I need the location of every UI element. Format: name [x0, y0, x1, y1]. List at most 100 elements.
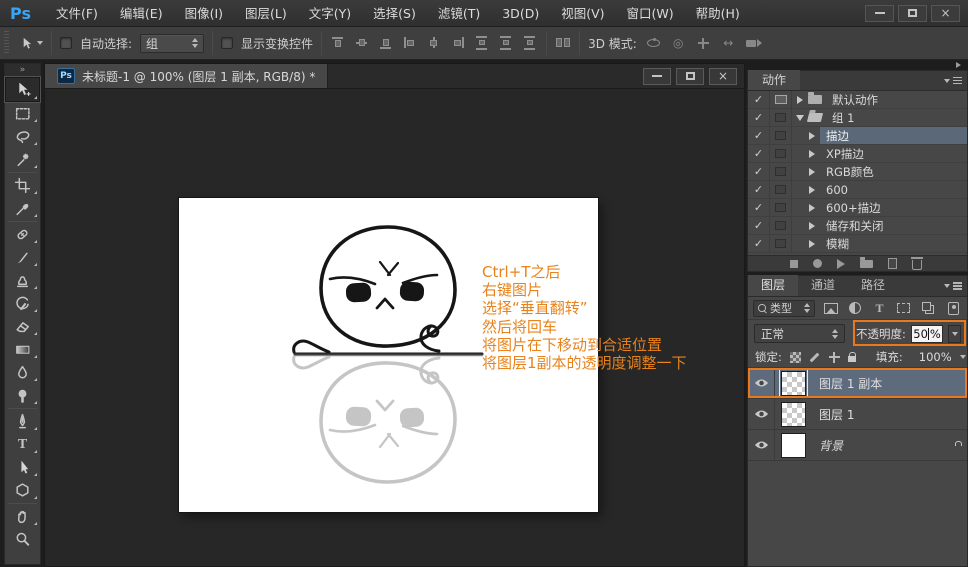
layers-panel-menu-button[interactable] [944, 276, 962, 296]
menu-edit[interactable]: 编辑(E) [109, 0, 174, 27]
action-enable-checkmark[interactable]: ✓ [748, 127, 770, 144]
align-top-edges-button[interactable] [330, 36, 346, 50]
layer-row-layer1-copy[interactable]: 图层 1 副本 [748, 368, 967, 399]
3d-camera-icon[interactable] [745, 35, 763, 51]
menu-3d[interactable]: 3D(D) [491, 0, 550, 27]
align-vertical-centers-button[interactable] [354, 36, 370, 50]
action-modal-toggle[interactable] [770, 145, 792, 162]
tool-pen[interactable] [5, 410, 40, 433]
tool-zoom[interactable] [5, 528, 40, 551]
action-enable-checkmark[interactable]: ✓ [748, 145, 770, 162]
action-row-default-actions[interactable]: ✓ 默认动作 [748, 91, 967, 109]
3d-drag-icon[interactable] [695, 35, 712, 51]
auto-align-layers-button[interactable] [555, 36, 571, 50]
layer-name[interactable]: 图层 1 [819, 406, 854, 423]
tool-move[interactable] [5, 77, 40, 102]
action-modal-toggle[interactable] [770, 199, 792, 216]
current-tool-preset[interactable] [19, 36, 43, 51]
filter-switch-icon[interactable] [944, 300, 962, 317]
action-modal-toggle[interactable] [770, 127, 792, 144]
tool-blur[interactable] [5, 361, 40, 384]
expand-arrow[interactable] [804, 131, 820, 140]
tool-clone-stamp[interactable] [5, 269, 40, 292]
doc-maximize-button[interactable] [676, 67, 704, 85]
toolbar-collapse-handle[interactable]: » [5, 64, 40, 77]
filter-image-layers-icon[interactable] [821, 300, 839, 317]
filter-adjustment-layers-icon[interactable] [846, 300, 864, 317]
action-row-stroke[interactable]: ✓ 描边 [748, 127, 967, 145]
action-modal-toggle[interactable] [770, 235, 792, 252]
3d-roll-icon[interactable]: ◎ [670, 35, 687, 51]
fill-dropdown-arrow[interactable] [959, 355, 966, 359]
new-action-icon[interactable] [888, 258, 897, 269]
layer-name[interactable]: 背景 [819, 437, 843, 454]
tool-custom-shape[interactable] [5, 479, 40, 502]
auto-select-dropdown[interactable]: 组 [140, 33, 205, 53]
expand-arrow[interactable] [804, 167, 820, 176]
tool-type[interactable]: T [5, 433, 40, 456]
tab-layers[interactable]: 图层 [748, 275, 799, 296]
tool-crop[interactable] [5, 174, 40, 197]
tool-eyedropper[interactable] [5, 197, 40, 220]
3d-rotate-icon[interactable] [645, 35, 662, 51]
fill-value[interactable]: 100% [919, 350, 952, 364]
new-set-folder-icon[interactable] [860, 256, 873, 268]
doc-close-button[interactable]: × [709, 67, 737, 85]
menu-view[interactable]: 视图(V) [550, 0, 615, 27]
visibility-toggle[interactable] [748, 368, 775, 398]
collapse-panels-strip[interactable] [747, 60, 968, 70]
tool-lasso[interactable] [5, 125, 40, 148]
action-enable-checkmark[interactable]: ✓ [748, 235, 770, 252]
menu-file[interactable]: 文件(F) [45, 0, 109, 27]
action-enable-checkmark[interactable]: ✓ [748, 163, 770, 180]
expand-arrow[interactable] [804, 149, 820, 158]
menu-select[interactable]: 选择(S) [362, 0, 427, 27]
actions-panel-menu-button[interactable] [944, 71, 962, 90]
menu-filter[interactable]: 滤镜(T) [427, 0, 491, 27]
tool-hand[interactable] [5, 505, 40, 528]
align-right-edges-button[interactable] [450, 36, 466, 50]
layer-row-background[interactable]: 背景 [748, 430, 967, 461]
distribute-top-edges-button[interactable] [474, 36, 490, 50]
action-enable-checkmark[interactable]: ✓ [748, 181, 770, 198]
tool-gradient[interactable] [5, 338, 40, 361]
opacity-dropdown-arrow[interactable] [948, 324, 961, 343]
stop-playing-icon[interactable] [790, 259, 798, 268]
action-modal-toggle[interactable] [770, 91, 792, 108]
collapse-arrow[interactable] [792, 114, 808, 121]
action-row-blur[interactable]: ✓ 模糊 [748, 235, 967, 253]
show-transform-checkbox[interactable] [221, 37, 234, 49]
align-left-edges-button[interactable] [402, 36, 418, 50]
begin-recording-icon[interactable] [813, 259, 822, 268]
tab-paths[interactable]: 路径 [848, 275, 898, 296]
actions-tab[interactable]: 动作 [748, 70, 801, 90]
filter-shape-layers-icon[interactable] [895, 300, 913, 317]
action-enable-checkmark[interactable]: ✓ [748, 109, 770, 126]
tool-brush[interactable] [5, 246, 40, 269]
layer-thumbnail[interactable] [781, 401, 806, 427]
options-grip-handle[interactable] [4, 31, 9, 55]
visibility-toggle[interactable] [748, 399, 775, 429]
lock-all-icon[interactable] [847, 350, 856, 364]
layer-thumbnail[interactable] [779, 368, 808, 398]
document-tab[interactable]: Ps 未标题-1 @ 100% (图层 1 副本, RGB/8) * [45, 64, 329, 88]
action-row-600[interactable]: ✓ 600 [748, 181, 967, 199]
filter-type-layers-icon[interactable]: T [870, 300, 888, 317]
expand-arrow[interactable] [804, 221, 820, 230]
action-modal-toggle[interactable] [770, 217, 792, 234]
menu-type[interactable]: 文字(Y) [298, 0, 362, 27]
visibility-toggle[interactable] [748, 430, 775, 460]
action-row-rgb-color[interactable]: ✓ RGB颜色 [748, 163, 967, 181]
tool-eraser[interactable] [5, 315, 40, 338]
play-selection-icon[interactable] [837, 258, 845, 269]
tool-dodge[interactable] [5, 384, 40, 407]
lock-transparency-icon[interactable] [789, 350, 801, 364]
align-horizontal-centers-button[interactable] [426, 36, 442, 50]
app-close-button[interactable]: × [931, 4, 960, 22]
distribute-vertical-centers-button[interactable] [498, 36, 514, 50]
layer-row-layer1[interactable]: 图层 1 [748, 399, 967, 430]
expand-arrow[interactable] [804, 203, 820, 212]
app-minimize-button[interactable] [865, 4, 894, 22]
menu-image[interactable]: 图像(I) [174, 0, 234, 27]
action-modal-toggle[interactable] [770, 163, 792, 180]
